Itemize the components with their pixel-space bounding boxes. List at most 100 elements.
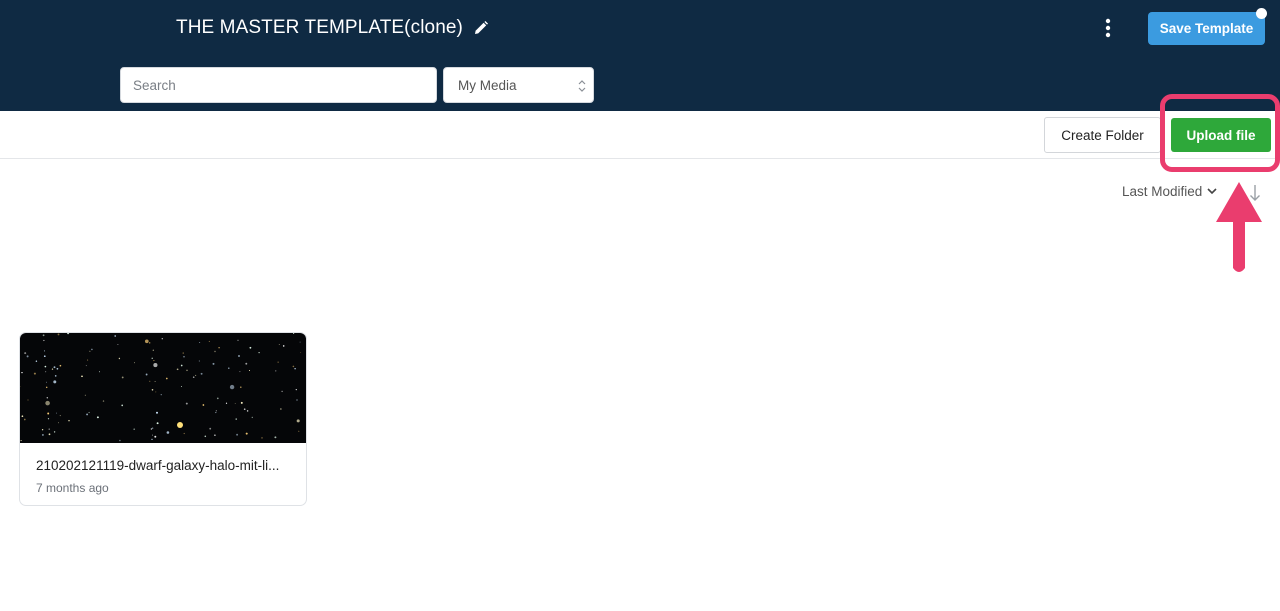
- star-dot: [161, 338, 163, 340]
- star-dot: [251, 416, 254, 419]
- star-dot: [20, 440, 22, 442]
- star-dot: [237, 339, 239, 341]
- star-dot: [240, 401, 243, 404]
- star-dot: [46, 397, 49, 399]
- star-dot: [133, 428, 136, 431]
- notification-dot: [1256, 8, 1267, 19]
- star-dot: [84, 394, 86, 396]
- star-dot: [48, 428, 50, 430]
- star-dot: [134, 362, 135, 364]
- star-dot: [186, 369, 188, 372]
- starfield-image: [20, 333, 306, 443]
- star-dot: [149, 342, 151, 344]
- star-dot: [155, 391, 157, 393]
- star-dot: [151, 434, 153, 436]
- star-dot: [53, 366, 56, 369]
- star-dot: [151, 357, 153, 359]
- star-dot: [21, 371, 23, 374]
- pencil-icon[interactable]: [473, 20, 489, 36]
- star-dot: [26, 355, 29, 358]
- star-dot: [199, 342, 201, 343]
- star-dot: [281, 390, 283, 393]
- star-dot: [216, 397, 219, 400]
- star-dot: [156, 422, 159, 425]
- kebab-menu-icon[interactable]: [1098, 16, 1118, 40]
- star-dot: [166, 431, 170, 434]
- star-dot: [88, 411, 90, 414]
- star-dot: [33, 372, 36, 375]
- star-dot: [35, 360, 38, 362]
- star-dot: [23, 418, 26, 421]
- star-dot: [153, 360, 155, 362]
- star-dot: [258, 351, 260, 354]
- star-dot: [151, 389, 154, 391]
- star-dot: [51, 368, 54, 370]
- sort-label: Last Modified: [1122, 184, 1203, 199]
- star-dot: [44, 365, 47, 368]
- star-dot: [156, 411, 158, 414]
- star-dot: [275, 370, 277, 372]
- star-dot: [261, 437, 263, 439]
- star-dot: [235, 418, 237, 420]
- star-dot: [239, 371, 241, 373]
- star-dot: [183, 355, 185, 358]
- star-dot: [99, 371, 100, 373]
- star-dot: [67, 333, 70, 335]
- star-dot: [299, 341, 301, 343]
- upload-file-button[interactable]: Upload file: [1171, 118, 1271, 152]
- star-dot: [204, 435, 207, 438]
- star-dot: [85, 365, 87, 367]
- star-dot: [152, 349, 154, 351]
- create-folder-button[interactable]: Create Folder: [1044, 117, 1161, 153]
- star-dot: [57, 333, 60, 336]
- star-dot: [59, 415, 61, 417]
- star-dot: [195, 374, 197, 376]
- star-dot: [150, 428, 153, 430]
- star-dot: [102, 400, 105, 402]
- star-dot: [180, 386, 182, 388]
- star-dot: [151, 427, 154, 429]
- star-dot: [240, 386, 242, 388]
- star-dot: [245, 362, 248, 365]
- star-dot: [225, 402, 228, 404]
- save-template-button[interactable]: Save Template: [1148, 12, 1265, 45]
- star-dot: [87, 359, 89, 361]
- media-source-select[interactable]: My Media: [443, 67, 594, 103]
- star-dot: [56, 412, 58, 414]
- star-dot: [59, 364, 62, 367]
- star-dot: [121, 404, 124, 407]
- star-dot: [248, 369, 251, 372]
- star-dot: [218, 347, 220, 349]
- star-dot: [21, 415, 24, 418]
- star-dot: [45, 371, 47, 373]
- star-dot: [160, 394, 162, 396]
- star-dot: [54, 375, 57, 377]
- star-dot: [45, 386, 48, 389]
- star-dot: [121, 376, 124, 379]
- star-dot: [198, 360, 200, 362]
- star-dot: [229, 384, 235, 390]
- chevron-down-icon: [1206, 184, 1218, 199]
- star-dot: [215, 411, 217, 414]
- star-dot: [278, 343, 280, 346]
- star-dot: [119, 439, 121, 442]
- star-dot: [81, 375, 83, 378]
- star-dot: [234, 402, 236, 404]
- star-dot: [249, 346, 252, 349]
- star-dot: [154, 435, 157, 438]
- star-dot: [293, 333, 295, 334]
- search-input[interactable]: [120, 67, 437, 103]
- star-dot: [96, 416, 99, 419]
- star-dot: [48, 433, 51, 436]
- sort-dropdown[interactable]: Last Modified: [1122, 184, 1218, 199]
- star-dot: [243, 408, 246, 411]
- star-dot: [149, 380, 151, 382]
- star-dot: [47, 412, 50, 415]
- star-dot: [86, 413, 89, 416]
- media-file-card[interactable]: 210202121119-dwarf-galaxy-halo-mit-li...…: [19, 332, 307, 506]
- star-dot: [236, 433, 239, 436]
- star-dot: [47, 418, 50, 420]
- arrow-down-icon[interactable]: [1248, 183, 1262, 203]
- star-dot: [280, 408, 282, 410]
- template-title-group: THE MASTER TEMPLATE(clone): [176, 17, 489, 39]
